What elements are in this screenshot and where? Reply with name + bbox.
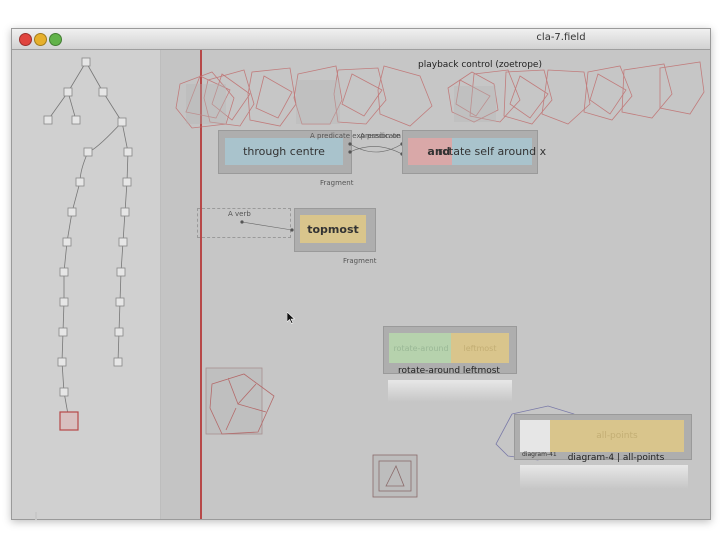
verb-label: A verb bbox=[228, 210, 251, 218]
rotate-around-shelf bbox=[388, 380, 512, 402]
fragment-label-1: Fragment bbox=[320, 179, 354, 187]
diagram-thumbnail[interactable] bbox=[520, 420, 550, 452]
window-title: cla-7.field bbox=[536, 32, 586, 43]
fragment-label-2: Fragment bbox=[343, 257, 377, 265]
diagram-all-points-label: diagram-4 | all-points bbox=[567, 453, 665, 463]
rotate-self-node[interactable]: rotate self around x bbox=[438, 138, 546, 165]
mouse-cursor-icon bbox=[287, 312, 295, 324]
all-points-node[interactable]: all-points bbox=[550, 420, 684, 452]
rotate-around-node[interactable]: rotate-around bbox=[389, 333, 453, 363]
rotate-around-leftmost-label: rotate-around leftmost bbox=[398, 366, 500, 376]
leftmost-node[interactable]: leftmost bbox=[451, 333, 509, 363]
title-bar[interactable]: cla-7.field bbox=[12, 29, 710, 50]
through-centre-node[interactable]: through centre bbox=[225, 138, 343, 165]
diagram-shelf bbox=[520, 465, 688, 489]
playback-control-label[interactable]: playback control (zoetrope) bbox=[400, 58, 560, 72]
tree-panel[interactable] bbox=[12, 50, 161, 519]
topmost-node[interactable]: topmost bbox=[300, 215, 366, 243]
